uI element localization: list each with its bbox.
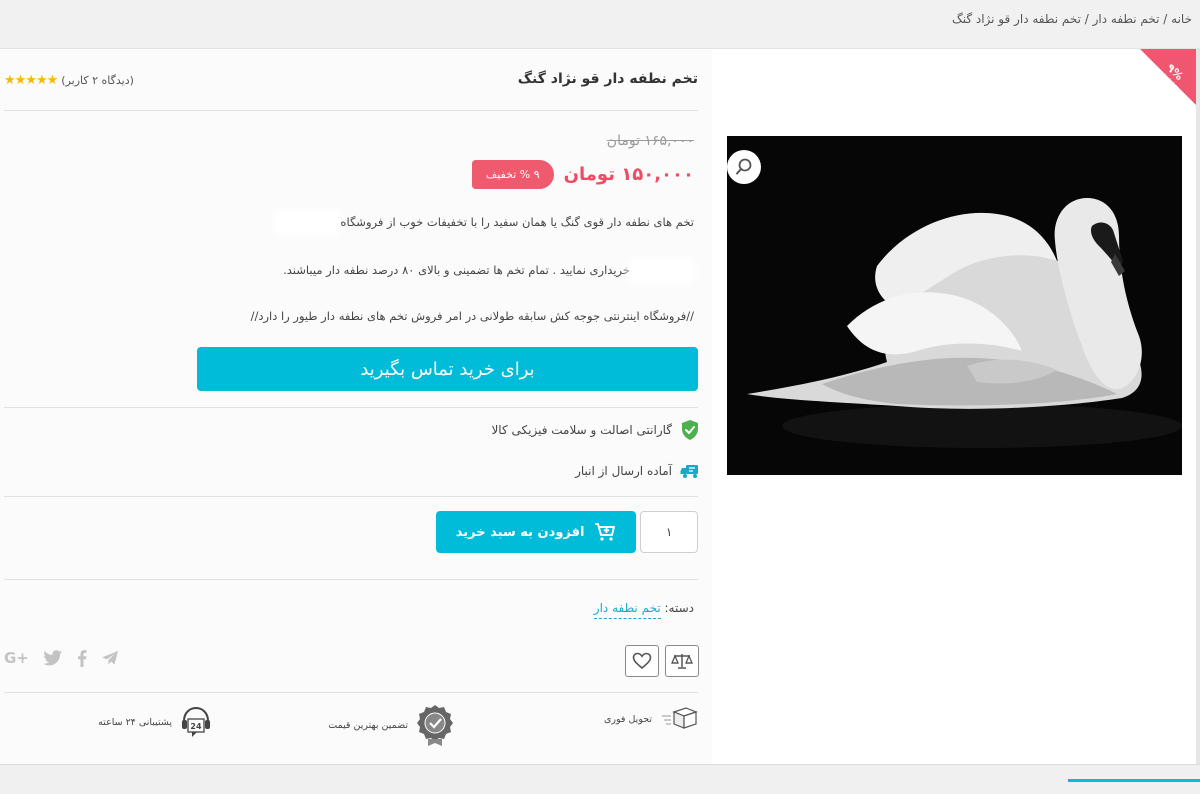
telegram-icon[interactable] (101, 650, 119, 666)
sale-price: ۱۵۰,۰۰۰ تومان (563, 163, 694, 185)
reviews-count[interactable]: (دیدگاه ۲ کاربر) (61, 74, 134, 87)
shield-check-icon (682, 420, 698, 440)
description-line: تخم های نطفه دار قوی گنگ یا همان سفید را… (276, 215, 694, 230)
breadcrumb-current: تخم نطفه دار قو نژاد گنگ (951, 12, 1081, 26)
compare-button[interactable] (665, 645, 699, 677)
perk-support-text: پشتیبانی ۲۴ ساعته (98, 716, 172, 728)
breadcrumb-separator: / (1080, 12, 1093, 26)
guarantee-text: گارانتی اصالت و سلامت فیزیکی کالا (491, 423, 672, 437)
discount-badge: ۹ % تخفیف (471, 159, 554, 189)
support-24h-icon: 24 (182, 706, 210, 737)
description-text: //فروشگاه اینترنتی جوجه کش سابقه طولانی … (250, 309, 694, 323)
category-link[interactable]: تخم نطفه دار (593, 601, 661, 619)
breadcrumb-category[interactable]: تخم نطفه دار (1093, 12, 1160, 26)
accent-line (1068, 779, 1200, 782)
contact-to-buy-button[interactable]: برای خرید تماس بگیرید (197, 347, 698, 391)
search-icon (736, 158, 752, 175)
add-to-cart-label: افزودن به سبد خرید (455, 524, 585, 540)
old-price: ۱۶۵,۰۰۰ تومان (606, 133, 694, 149)
add-to-cart-row: ۱ افزودن به سبد خرید (436, 511, 698, 553)
divider (4, 692, 698, 693)
redacted-area (280, 215, 337, 230)
breadcrumb: خانه / تخم نطفه دار / تخم نطفه دار قو نژ… (952, 12, 1192, 26)
heart-icon (632, 652, 652, 670)
divider (4, 496, 698, 497)
divider (4, 110, 698, 111)
perk-fast-delivery: تحویل فوری (604, 706, 698, 732)
twitter-icon[interactable] (43, 650, 63, 666)
perk-best-price: تضمین بهترین قیمت (328, 703, 454, 747)
price-row: ۱۵۰,۰۰۰ تومان ۹ % تخفیف (471, 157, 694, 191)
rating[interactable]: (دیدگاه ۲ کاربر) ★★★★★ (4, 73, 134, 88)
divider (4, 407, 698, 408)
cart-plus-icon (595, 523, 616, 541)
description-text: خریداری نمایید . تمام تخم ها تضمینی و با… (283, 263, 630, 277)
product-image[interactable] (727, 136, 1182, 475)
product-actions (625, 645, 699, 677)
stock-feature: آماده ارسال از انبار (575, 463, 702, 479)
box-delivery-icon (662, 707, 698, 729)
swan-image (727, 136, 1182, 475)
zoom-button[interactable] (727, 150, 761, 184)
breadcrumb-separator: / (1159, 12, 1172, 26)
delivery-truck-icon (680, 465, 698, 478)
sale-ribbon: ۹% تخفیف (1100, 49, 1196, 145)
redacted-area (634, 263, 690, 278)
social-share: G+ (4, 649, 119, 667)
description-line: خریداری نمایید . تمام تخم ها تضمینی و با… (283, 263, 694, 278)
description-line: //فروشگاه اینترنتی جوجه کش سابقه طولانی … (251, 309, 694, 323)
title-row: تخم نطفه دار قو نژاد گنگ (دیدگاه ۲ کاربر… (4, 71, 698, 95)
top-bar: خانه / تخم نطفه دار / تخم نطفه دار قو نژ… (0, 0, 1200, 48)
rating-stars: ★★★★★ (4, 73, 58, 88)
perk-fast-delivery-text: تحویل فوری (603, 713, 652, 725)
product-card: ۹% تخفیف تخم نطفه دار قو نژاد گنگ (دیدگا… (0, 48, 1196, 764)
product-title: تخم نطفه دار قو نژاد گنگ (517, 71, 698, 87)
bottom-strip (0, 764, 1200, 794)
scales-icon (671, 654, 693, 669)
description-text: تخم های نطفه دار قوی گنگ یا همان سفید را… (340, 215, 694, 229)
quantity-input[interactable]: ۱ (640, 511, 698, 553)
category-label: دسته: (664, 601, 695, 615)
google-plus-icon[interactable]: G+ (4, 649, 29, 667)
perk-support: 24 پشتیبانی ۲۴ ساعته (98, 705, 212, 739)
divider (4, 579, 698, 580)
support-24-label: 24 (190, 722, 202, 731)
perk-best-price-text: تضمین بهترین قیمت (328, 719, 408, 731)
stock-text: آماده ارسال از انبار (575, 464, 672, 478)
breadcrumb-home[interactable]: خانه (1171, 12, 1192, 26)
category-row: دسته: تخم نطفه دار (593, 601, 695, 619)
add-to-cart-button[interactable]: افزودن به سبد خرید (436, 511, 637, 553)
scrollbar[interactable] (1196, 48, 1200, 764)
quality-badge-icon (417, 705, 453, 746)
guarantee-feature: گارانتی اصالت و سلامت فیزیکی کالا (491, 419, 700, 441)
wishlist-button[interactable] (625, 645, 659, 677)
facebook-icon[interactable] (77, 649, 87, 667)
